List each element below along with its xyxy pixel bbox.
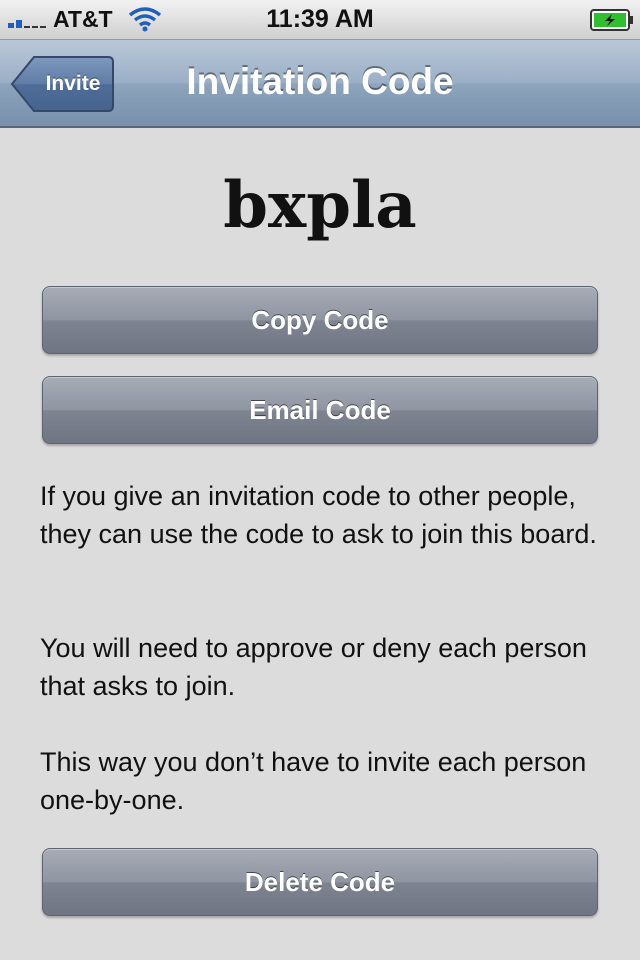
email-code-button[interactable]: Email Code bbox=[42, 376, 598, 444]
page-title: Invitation Code bbox=[186, 61, 454, 102]
back-button-label: Invite bbox=[45, 72, 101, 95]
description-paragraph-1: If you give an invitation code to other … bbox=[40, 481, 597, 549]
back-button[interactable]: Invite bbox=[10, 55, 114, 113]
navigation-bar: Invite Invitation Code bbox=[0, 40, 640, 128]
description-paragraph-2: You will need to approve or deny each pe… bbox=[40, 633, 587, 701]
copy-code-button[interactable]: Copy Code bbox=[42, 286, 598, 354]
battery-charging-icon bbox=[590, 9, 633, 31]
status-time: 11:39 AM bbox=[266, 5, 374, 33]
description-paragraph-3: This way you don’t have to invite each p… bbox=[40, 747, 587, 815]
delete-code-button[interactable]: Delete Code bbox=[42, 848, 598, 916]
invitation-code: bxpla bbox=[223, 168, 417, 243]
status-bar: AT&T 11:39 AM bbox=[0, 0, 640, 40]
